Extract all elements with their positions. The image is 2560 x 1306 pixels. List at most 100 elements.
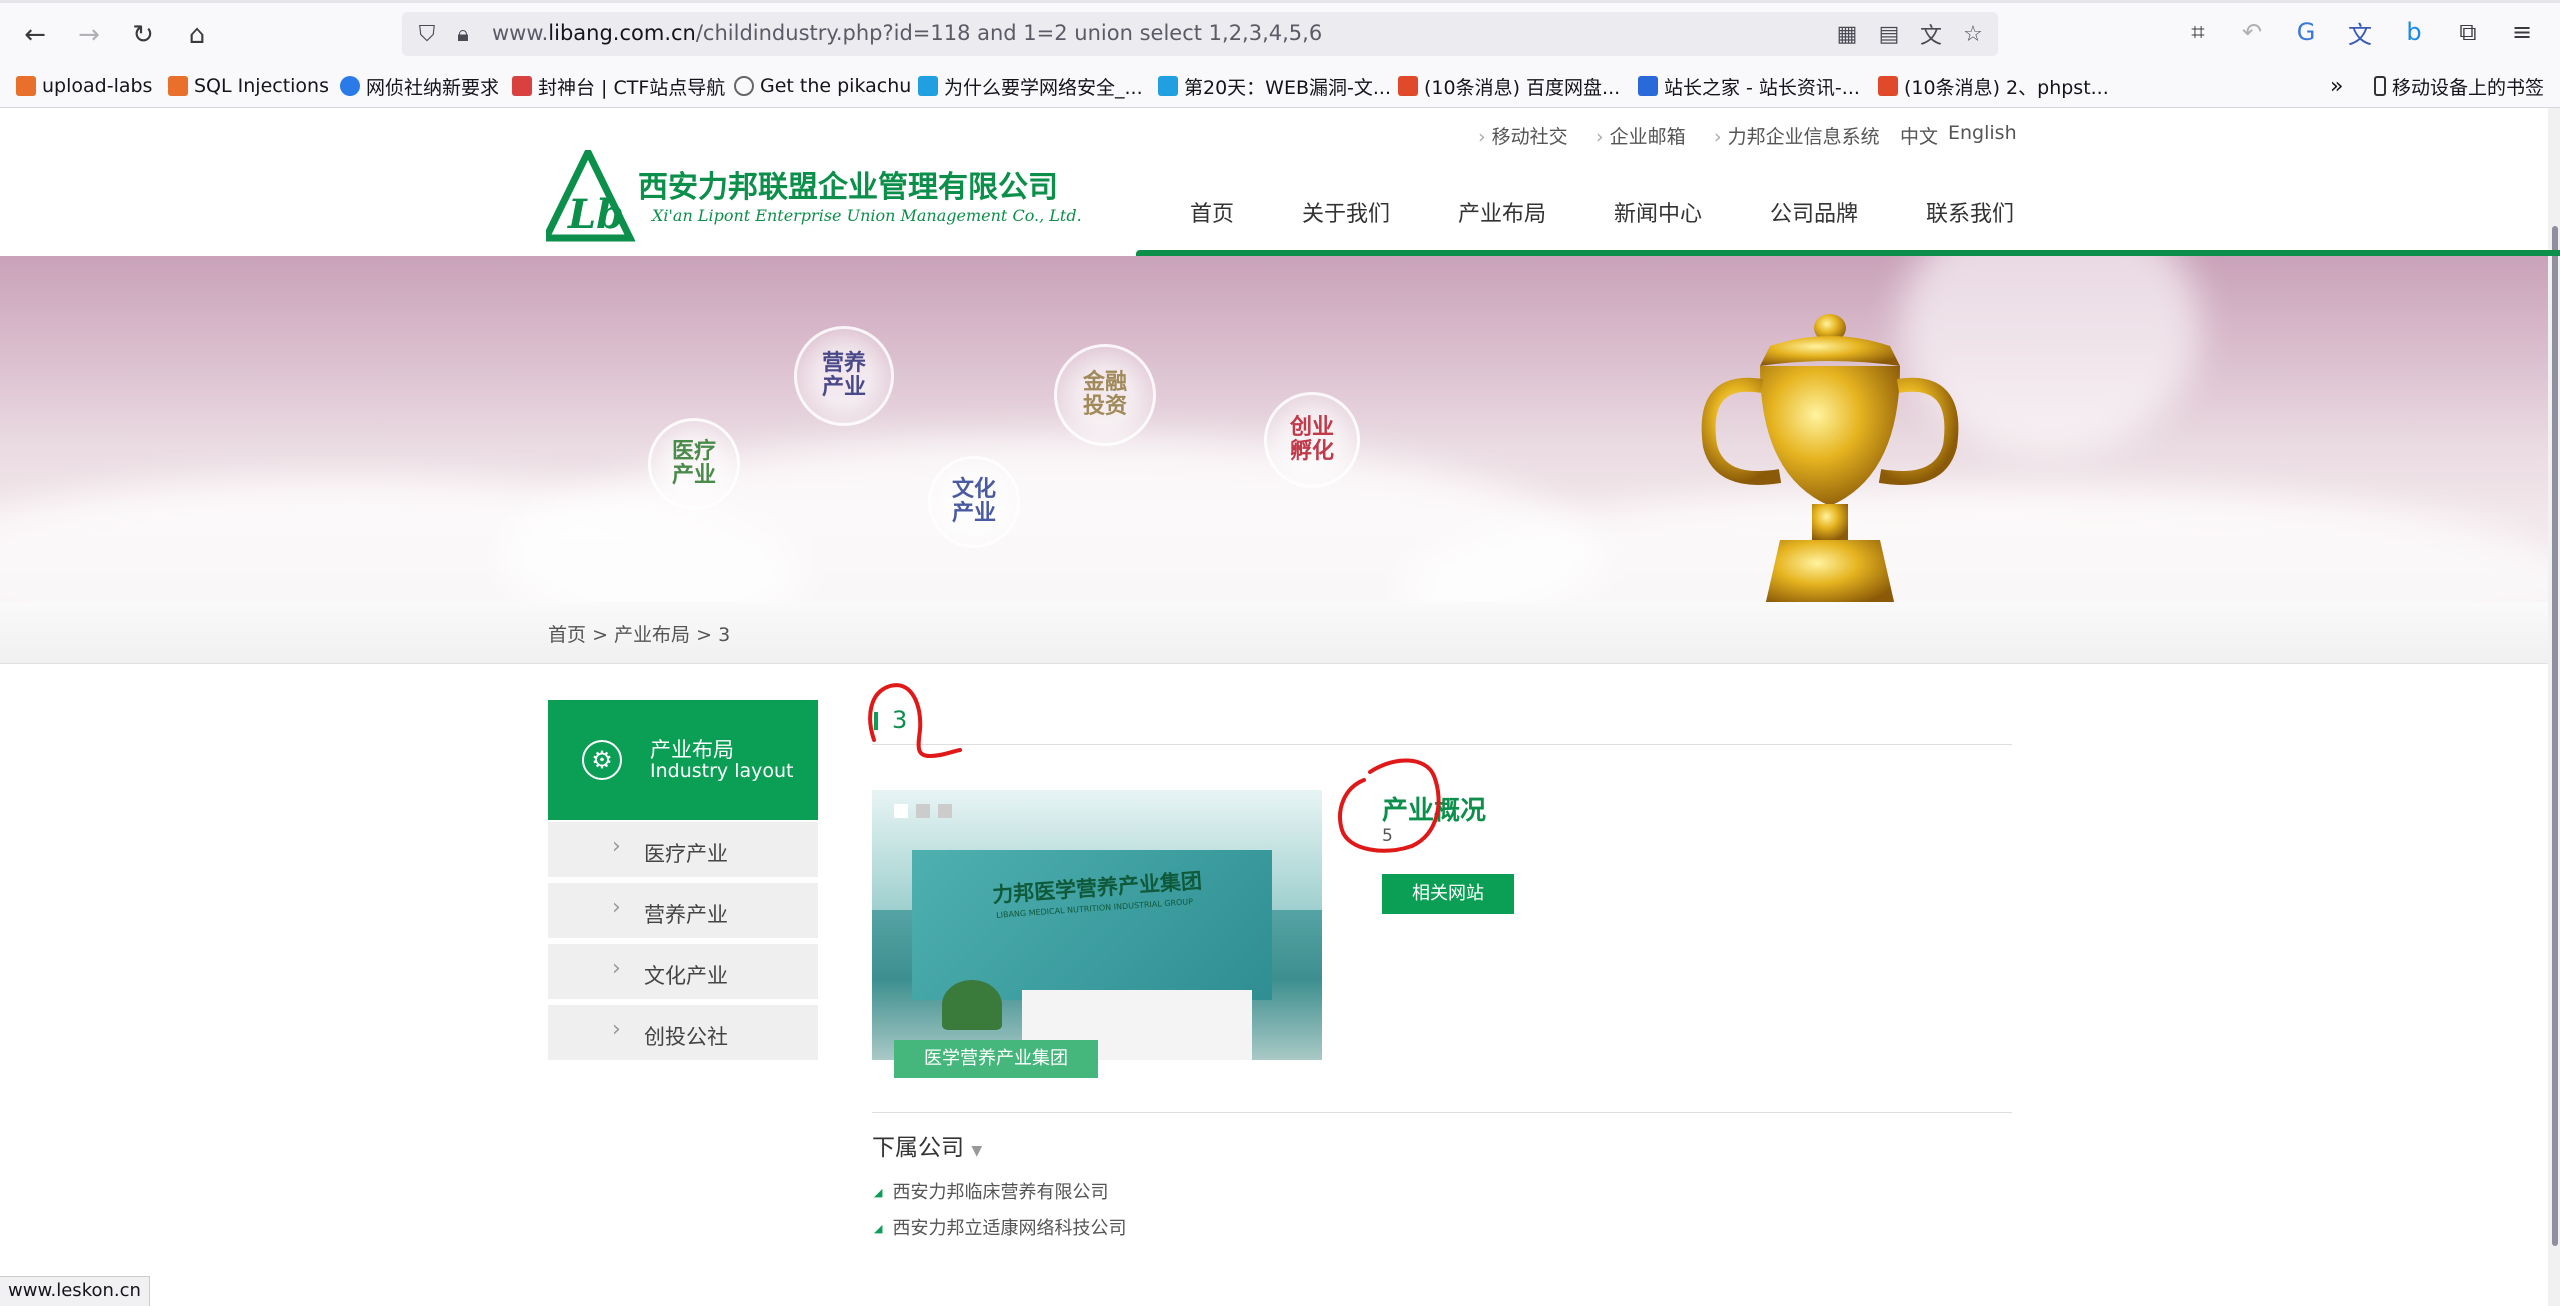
qr-code-icon[interactable]: ▦: [1834, 21, 1860, 47]
bubble-label: 创业 孵化: [1289, 415, 1334, 464]
bookmark-item[interactable]: 为什么要学网络安全_...: [918, 72, 1143, 100]
bookmark-favicon-icon: [340, 76, 360, 96]
home-icon[interactable]: ⌂: [180, 18, 214, 52]
breadcrumb-bar: 首页 > 产业布局 > 3: [0, 602, 2548, 664]
sidebar-item-venture[interactable]: › 创投公社: [548, 1005, 818, 1063]
divider: [872, 744, 2012, 745]
sidebar-item-nutrition[interactable]: › 营养产业: [548, 883, 818, 941]
chevron-right-icon: ›: [612, 956, 621, 981]
banner-bubble-finance: 金融 投资: [1054, 344, 1156, 446]
undo-icon[interactable]: ↶: [2236, 16, 2268, 48]
bookmark-item[interactable]: 封神台 | CTF站点导航: [512, 72, 725, 100]
sidebar-header: ⚙ 产业布局 Industry layout: [548, 700, 818, 820]
bing-icon[interactable]: b: [2398, 16, 2430, 48]
scrollbar-thumb[interactable]: [2552, 226, 2558, 1246]
caret-down-icon: ▼: [971, 1143, 983, 1159]
breadcrumb: 首页 > 产业布局 > 3: [548, 620, 730, 647]
sidebar-item-label: 创投公社: [644, 1025, 728, 1049]
csdn-icon: [1878, 76, 1898, 96]
crop-icon[interactable]: ⌗: [2182, 16, 2214, 48]
banner-bubble-medical: 医疗 产业: [648, 418, 740, 510]
svg-text:Lb: Lb: [567, 191, 624, 238]
browser-chrome: ← → ↻ ⌂ ⛉ 🔒︎ www.libang.com.cn/childindu…: [0, 0, 2560, 108]
translate-page-icon[interactable]: 文: [1918, 21, 1944, 49]
logo-company-name: 西安力邦联盟企业管理有限公司: [638, 170, 1058, 205]
translator-icon[interactable]: 文: [2344, 16, 2376, 49]
divider: [872, 1112, 2012, 1113]
nav-brand[interactable]: 公司品牌: [1770, 196, 1858, 228]
bubble-label: 医疗 产业: [671, 439, 716, 488]
bookmark-star-icon[interactable]: ☆: [1960, 21, 1986, 47]
bubble-label: 营养 产业: [821, 351, 866, 400]
globe-icon: [734, 76, 754, 96]
bookmark-item[interactable]: 网侦社纳新要求: [340, 72, 499, 100]
bookmark-item[interactable]: upload-labs: [16, 72, 152, 100]
site-logo[interactable]: Lb 西安力邦联盟企业管理有限公司 Xi'an Lipont Enterpris…: [540, 144, 1082, 246]
bookmark-favicon-icon: [16, 76, 36, 96]
subsidiary-link[interactable]: 西安力邦临床营养有限公司: [874, 1178, 1108, 1204]
bookmark-label: 为什么要学网络安全_...: [944, 76, 1143, 99]
extensions-icon[interactable]: ⧉: [2452, 16, 2484, 48]
back-icon[interactable]: ←: [18, 18, 52, 52]
bookmark-item[interactable]: (10条消息) 百度网盘...: [1398, 72, 1620, 100]
status-bar-url: www.leskon.cn: [0, 1276, 150, 1306]
bookmark-label: 站长之家 - 站长资讯-...: [1664, 76, 1860, 99]
chevron-right-icon: ›: [612, 895, 621, 920]
sidebar-item-medical[interactable]: › 医疗产业: [548, 822, 818, 880]
lock-icon[interactable]: 🔒︎: [450, 21, 476, 47]
scrollbar[interactable]: [2548, 108, 2560, 1306]
slide-dot[interactable]: [916, 804, 930, 818]
mobile-bookmarks-label: 移动设备上的书签: [2392, 76, 2545, 99]
nav-home[interactable]: 首页: [1190, 196, 1234, 228]
banner-bubble-nutrition: 营养 产业: [794, 326, 894, 426]
bookmark-item[interactable]: 第20天：WEB漏洞-文...: [1158, 72, 1391, 100]
sidebar-item-culture[interactable]: › 文化产业: [548, 944, 818, 1002]
top-link-info-system[interactable]: 力邦企业信息系统: [1714, 122, 1880, 149]
cloud: [1400, 486, 2548, 602]
top-link-email[interactable]: 企业邮箱: [1596, 122, 1686, 149]
trophy-icon: [1701, 314, 1959, 602]
industry-photo[interactable]: 力邦医学营养产业集团 LIBANG MEDICAL NUTRITION INDU…: [872, 790, 1322, 1060]
nav-industry[interactable]: 产业布局: [1458, 196, 1546, 228]
url-text[interactable]: www.libang.com.cn/childindustry.php?id=1…: [492, 21, 1322, 45]
subsidiaries-title-label: 下属公司: [872, 1135, 964, 1161]
bookmark-label: upload-labs: [42, 75, 153, 97]
bilibili-icon: [918, 76, 938, 96]
bookmark-item[interactable]: SQL Injections: [168, 72, 329, 100]
translate-extension-icon[interactable]: G: [2290, 16, 2322, 48]
chevron-right-icon: ›: [612, 1017, 621, 1042]
subsidiaries-title[interactable]: 下属公司 ▼: [872, 1128, 982, 1162]
breadcrumb-separator: >: [592, 624, 615, 646]
top-link-mobile-social[interactable]: 移动社交: [1478, 122, 1568, 149]
slide-dot[interactable]: [938, 804, 952, 818]
bookmark-item[interactable]: Get the pikachu: [734, 72, 911, 100]
reload-icon[interactable]: ↻: [126, 18, 160, 52]
subsidiary-link[interactable]: 西安力邦立适康网络科技公司: [874, 1214, 1126, 1240]
breadcrumb-home[interactable]: 首页: [548, 624, 586, 646]
red-annotation-circle: [868, 683, 962, 759]
bookmark-item[interactable]: (10条消息) 2、phpst...: [1878, 72, 2109, 100]
mobile-bookmarks[interactable]: 移动设备上的书签: [2374, 72, 2544, 100]
more-bookmarks-chevron-icon[interactable]: »: [2330, 72, 2343, 100]
mobile-device-icon: [2374, 76, 2386, 96]
url-bar[interactable]: ⛉ 🔒︎ www.libang.com.cn/childindustry.php…: [402, 12, 1998, 56]
lang-en-link[interactable]: English: [1948, 122, 2017, 144]
banner-bubble-startup: 创业 孵化: [1264, 392, 1360, 488]
shield-icon[interactable]: ⛉: [414, 21, 440, 47]
photo-caption: 医学营养产业集团: [894, 1040, 1098, 1078]
slide-dot-active[interactable]: [894, 804, 908, 818]
nav-contact[interactable]: 联系我们: [1926, 196, 2014, 228]
bookmark-item[interactable]: 站长之家 - 站长资讯-...: [1638, 72, 1860, 100]
tab-strip-edge: [0, 0, 2560, 3]
nav-news[interactable]: 新闻中心: [1614, 196, 1702, 228]
breadcrumb-industry[interactable]: 产业布局: [614, 624, 690, 646]
menu-icon[interactable]: ≡: [2506, 16, 2538, 48]
chevron-right-icon: ›: [612, 834, 621, 859]
forward-icon[interactable]: →: [72, 18, 106, 52]
nav-about[interactable]: 关于我们: [1302, 196, 1390, 228]
reader-view-icon[interactable]: ▤: [1876, 21, 1902, 47]
related-sites-button[interactable]: 相关网站: [1382, 874, 1514, 914]
bookmark-label: (10条消息) 百度网盘...: [1424, 76, 1621, 99]
lang-cn-link[interactable]: 中文: [1900, 122, 1938, 149]
bookmark-label: (10条消息) 2、phpst...: [1904, 76, 2109, 99]
